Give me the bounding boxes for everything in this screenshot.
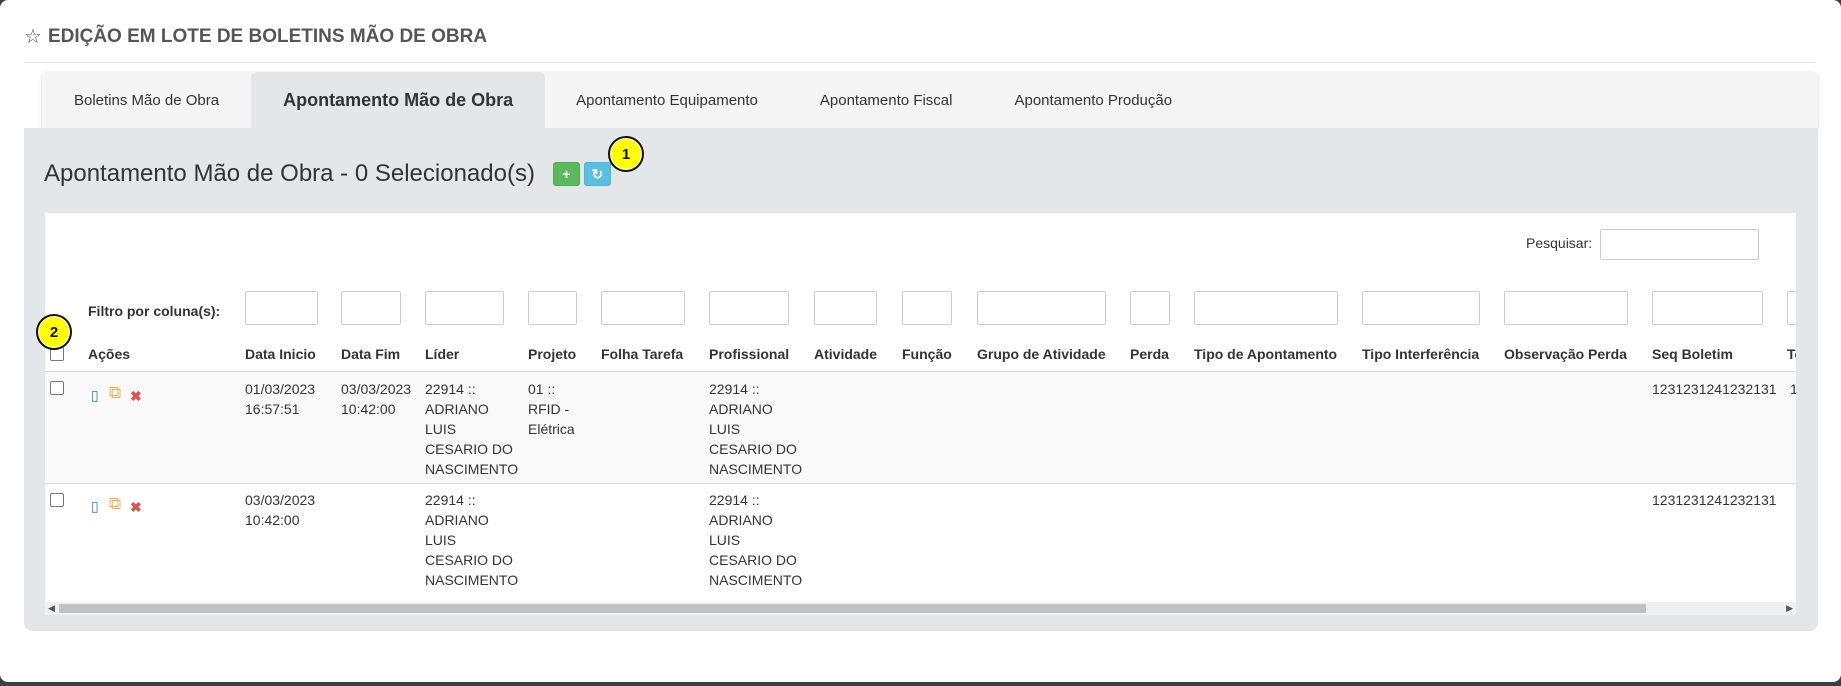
delete-icon[interactable]: ✖ (130, 389, 142, 403)
tab-bar: Boletins Mão de Obra Apontamento Mão de … (42, 72, 1818, 128)
scroll-left-icon[interactable]: ◀ (48, 602, 55, 615)
cell-profissional: 22914 :: ADRIANO LUIS CESARIO DO NASCIME… (709, 492, 803, 588)
star-icon[interactable]: ☆ (24, 24, 42, 49)
col-projeto[interactable]: Projeto (528, 346, 576, 362)
search-input[interactable] (1600, 229, 1759, 260)
tab-apontamento-fiscal[interactable]: Apontamento Fiscal (789, 72, 984, 128)
filter-tipo-interferencia[interactable] (1362, 291, 1480, 325)
filter-profissional[interactable] (709, 291, 789, 325)
col-tipo-interferencia[interactable]: Tipo Interferência (1362, 346, 1479, 362)
filter-perda[interactable] (1130, 291, 1170, 325)
search-label: Pesquisar: (1526, 235, 1593, 251)
filter-grupo-atividade[interactable] (977, 291, 1106, 325)
filter-te[interactable] (1787, 291, 1796, 325)
cell-profissional: 22914 :: ADRIANO LUIS CESARIO DO NASCIME… (709, 381, 803, 477)
cell-data-fim: 03/03/2023 10:42:00 (341, 381, 412, 417)
col-perda[interactable]: Perda (1130, 346, 1169, 362)
row-checkbox[interactable] (50, 493, 64, 507)
row-checkbox[interactable] (50, 381, 64, 395)
col-lider[interactable]: Líder (425, 346, 459, 362)
tab-apontamento-mao-de-obra[interactable]: Apontamento Mão de Obra (251, 72, 546, 128)
col-folha-tarefa[interactable]: Folha Tarefa (601, 346, 683, 362)
scroll-right-icon[interactable]: ▶ (1786, 602, 1793, 615)
filter-lider[interactable] (425, 291, 504, 325)
filter-projeto[interactable] (528, 291, 577, 325)
cell-seq-boletim: 1231231241232131 (1652, 381, 1777, 397)
col-grupo-atividade[interactable]: Grupo de Atividade (977, 346, 1106, 362)
page-title-text: EDIÇÃO EM LOTE DE BOLETINS MÃO DE OBRA (47, 25, 488, 47)
filter-tipo-apontamento[interactable] (1194, 291, 1338, 325)
col-seq-boletim[interactable]: Seq Boletim (1652, 346, 1733, 362)
col-tipo-apontamento[interactable]: Tipo de Apontamento (1194, 346, 1337, 362)
page-header: ☆ EDIÇÃO EM LOTE DE BOLETINS MÃO DE OBRA (24, 18, 1816, 63)
data-table: Pesquisar: Filtro por coluna(s): Ações D… (45, 213, 1796, 613)
app-window: ☆ EDIÇÃO EM LOTE DE BOLETINS MÃO DE OBRA… (0, 0, 1841, 682)
filter-folha-tarefa[interactable] (601, 291, 685, 325)
edit-icon[interactable]: ▯ (91, 499, 99, 513)
tab-apontamento-equipamento[interactable]: Apontamento Equipamento (545, 72, 789, 128)
col-atividade[interactable]: Atividade (814, 346, 877, 362)
copy-icon[interactable]: ⧉ (109, 384, 121, 401)
col-observacao-perda[interactable]: Observação Perda (1504, 346, 1627, 362)
horizontal-scrollbar[interactable]: ◀ ▶ (45, 602, 1796, 615)
annotation-marker-2: 2 (36, 314, 72, 350)
cell-data-inicio: 03/03/2023 10:42:00 (245, 492, 316, 528)
panel-title: Apontamento Mão de Obra - 0 Selecionado(… (44, 160, 535, 187)
tab-boletins-mao-de-obra[interactable]: Boletins Mão de Obra (42, 72, 251, 128)
annotation-marker-1: 1 (608, 136, 644, 172)
add-button[interactable]: + (553, 162, 580, 186)
filter-label: Filtro por coluna(s): (88, 303, 221, 319)
page-title: ☆ EDIÇÃO EM LOTE DE BOLETINS MÃO DE OBRA (24, 24, 487, 49)
cell-lider: 22914 :: ADRIANO LUIS CESARIO DO NASCIME… (425, 381, 519, 477)
copy-icon[interactable]: ⧉ (109, 495, 121, 512)
col-data-inicio[interactable]: Data Inicio (245, 346, 316, 362)
cell-seq-boletim: 1231231241232131 (1652, 492, 1777, 508)
refresh-button[interactable]: ↻ (584, 162, 611, 186)
delete-icon[interactable]: ✖ (130, 500, 142, 514)
scrollbar-thumb[interactable] (59, 604, 1646, 613)
filter-funcao[interactable] (902, 291, 952, 325)
col-te[interactable]: Te (1787, 346, 1796, 362)
cell-data-inicio: 01/03/2023 16:57:51 (245, 381, 316, 417)
filter-atividade[interactable] (814, 291, 877, 325)
filter-data-fim[interactable] (341, 291, 401, 325)
cell-te: 1( (1790, 381, 1796, 397)
edit-icon[interactable]: ▯ (91, 388, 99, 402)
col-data-fim[interactable]: Data Fim (341, 346, 400, 362)
cell-lider: 22914 :: ADRIANO LUIS CESARIO DO NASCIME… (425, 492, 519, 588)
col-profissional[interactable]: Profissional (709, 346, 789, 362)
filter-observacao-perda[interactable] (1504, 291, 1628, 325)
cell-projeto: 01 :: RFID - Elétrica (528, 381, 575, 437)
col-funcao[interactable]: Função (902, 346, 952, 362)
tab-apontamento-producao[interactable]: Apontamento Produção (983, 72, 1203, 128)
filter-seq-boletim[interactable] (1652, 291, 1763, 325)
filter-data-inicio[interactable] (245, 291, 318, 325)
col-acoes[interactable]: Ações (88, 346, 130, 362)
